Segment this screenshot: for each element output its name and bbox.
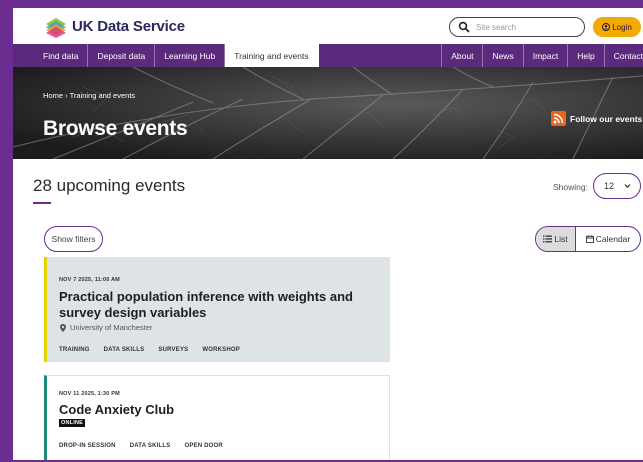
- event-date: NOV 7 2025, 11:00 AM: [59, 277, 120, 283]
- list-view-button[interactable]: List: [536, 227, 576, 251]
- showing-select[interactable]: 12: [593, 173, 641, 199]
- event-location: University of Manchester: [60, 323, 153, 332]
- follow-events-link[interactable]: Follow our events: [551, 111, 642, 126]
- event-title[interactable]: Code Anxiety Club: [59, 402, 389, 418]
- nav-news[interactable]: News: [483, 44, 524, 67]
- nav-training-and-events[interactable]: Training and events: [225, 44, 319, 67]
- page-title: Browse events: [43, 117, 188, 140]
- event-card[interactable]: NOV 7 2025, 11:00 AM Practical populatio…: [44, 257, 390, 362]
- login-button[interactable]: Login: [593, 17, 641, 37]
- rss-icon: [551, 111, 566, 126]
- calendar-icon: [585, 235, 594, 243]
- map-pin-icon: [60, 323, 66, 332]
- main-nav: Find data Deposit data Learning Hub Trai…: [13, 44, 643, 67]
- show-filters-button[interactable]: Show filters: [44, 226, 103, 252]
- nav-about[interactable]: About: [442, 44, 484, 67]
- nav-learning-hub[interactable]: Learning Hub: [155, 44, 226, 67]
- site-logo[interactable]: UK Data Service: [43, 14, 185, 38]
- brand-name: UK Data Service: [72, 17, 185, 35]
- event-tags: TRAINING DATA SKILLS SURVEYS WORKSHOP: [59, 347, 254, 353]
- breadcrumb-separator: ›: [65, 91, 68, 100]
- hero-banner: Home › Training and events Browse events…: [13, 67, 643, 159]
- nav-help[interactable]: Help: [568, 44, 605, 67]
- login-label: Login: [612, 22, 632, 32]
- chevron-down-icon: [624, 184, 631, 189]
- event-title[interactable]: Practical population inference with weig…: [59, 289, 389, 321]
- event-tag[interactable]: OPEN DOOR: [184, 443, 222, 449]
- nav-contact[interactable]: Contact: [605, 44, 643, 67]
- calendar-view-label: Calendar: [595, 234, 631, 244]
- event-tags: DROP-IN SESSION DATA SKILLS OPEN DOOR: [59, 443, 237, 449]
- leaf-texture-image: [13, 67, 643, 159]
- nav-deposit-data[interactable]: Deposit data: [88, 44, 156, 67]
- list-icon: [543, 235, 553, 243]
- event-tag[interactable]: TRAINING: [59, 347, 90, 353]
- nav-impact[interactable]: Impact: [524, 44, 569, 67]
- nav-spacer: [319, 44, 443, 67]
- event-location-text: University of Manchester: [70, 323, 153, 332]
- follow-events-label: Follow our events: [570, 113, 643, 124]
- event-tag[interactable]: SURVEYS: [158, 347, 188, 353]
- view-toggle: List Calendar: [535, 226, 641, 252]
- online-badge: ONLINE: [59, 419, 85, 427]
- nav-find-data[interactable]: Find data: [13, 44, 89, 67]
- breadcrumb-home[interactable]: Home: [43, 91, 63, 100]
- event-tag[interactable]: DATA SKILLS: [104, 347, 145, 353]
- events-count: 28 upcoming events: [33, 176, 186, 195]
- browser-page: UK Data Service Login Find data Deposit …: [13, 8, 643, 460]
- title-underline: [33, 202, 51, 204]
- event-card[interactable]: NOV 11 2025, 1:30 PM Code Anxiety Club O…: [44, 375, 390, 460]
- event-tag[interactable]: WORKSHOP: [202, 347, 240, 353]
- event-tag[interactable]: DATA SKILLS: [130, 443, 171, 449]
- showing-label: Showing:: [553, 182, 588, 192]
- calendar-view-button[interactable]: Calendar: [576, 227, 640, 251]
- search-icon: [458, 21, 470, 33]
- site-header: UK Data Service Login: [13, 8, 643, 44]
- showing-value: 12: [604, 181, 615, 191]
- logo-icon: [46, 18, 66, 38]
- list-view-label: List: [554, 234, 568, 244]
- event-tag[interactable]: DROP-IN SESSION: [59, 443, 116, 449]
- search-input[interactable]: [476, 22, 576, 32]
- breadcrumb: Home › Training and events: [43, 91, 135, 100]
- breadcrumb-current: Training and events: [69, 91, 136, 100]
- event-date: NOV 11 2025, 1:30 PM: [59, 391, 120, 397]
- user-icon: [602, 23, 611, 31]
- search-box[interactable]: [449, 17, 585, 37]
